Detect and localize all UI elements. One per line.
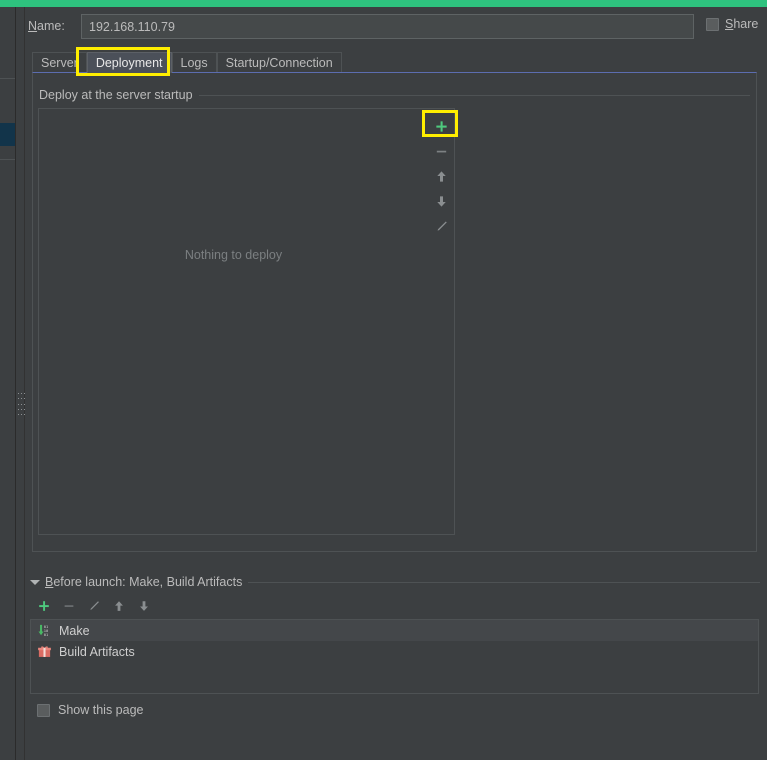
share-checkbox-row[interactable]: Share [706,17,758,31]
arrow-up-icon [114,601,123,611]
deploy-move-down-button[interactable] [429,189,453,214]
plus-icon [435,121,447,132]
rail-divider [0,159,15,160]
artifact-icon [36,644,52,660]
share-label-rest: hare [733,17,759,31]
name-label-rest: ame: [37,19,65,33]
top-accent-bar [0,0,767,7]
deploy-add-button[interactable] [429,114,453,139]
before-launch-toolbar[interactable] [33,596,154,616]
tab-startup-connection[interactable]: Startup/Connection [216,52,342,73]
list-item[interactable]: Build Artifacts [31,641,758,662]
before-launch-move-up-button[interactable] [108,596,129,616]
svg-text:01: 01 [43,633,48,637]
show-this-page-label: Show this page [58,703,144,717]
tab-strip[interactable]: Server Deployment Logs Startup/Connectio… [32,51,342,73]
minus-icon [64,605,73,607]
show-this-page-checkbox[interactable] [37,703,50,717]
list-item-label: Build Artifacts [59,644,135,659]
minus-icon [436,150,446,153]
deploy-remove-button[interactable] [429,139,453,164]
share-checkbox[interactable] [706,17,719,31]
before-launch-header[interactable]: Before launch: Make, Build Artifacts [30,575,249,589]
vertical-splitter-handle[interactable] [18,393,25,415]
arrow-down-icon [436,196,446,207]
show-this-page-row[interactable]: Show this page [37,703,143,717]
before-launch-edit-button[interactable] [83,596,104,616]
name-label: Name: [28,19,65,33]
before-launch-title-rest: efore launch: Make, Build Artifacts [53,575,243,589]
pencil-icon [437,221,447,231]
before-launch-remove-button[interactable] [58,596,79,616]
share-label: Share [725,17,758,31]
make-icon: 01 10 01 [36,623,52,639]
plus-icon [38,601,49,611]
name-input[interactable] [81,14,694,39]
tab-server[interactable]: Server [32,52,87,73]
chevron-down-icon[interactable] [30,579,40,585]
tab-deployment[interactable]: Deployment [86,52,172,73]
left-tool-rail[interactable] [0,7,16,760]
deploy-list-box[interactable] [38,108,455,535]
list-item-label: Make [59,623,90,638]
rail-selected-item[interactable] [0,123,15,146]
deploy-section-label: Deploy at the server startup [39,88,199,102]
before-launch-task-list[interactable]: 01 10 01 Make Build Artifacts [30,619,759,694]
panel-left-border [24,7,25,760]
arrow-up-icon [436,171,446,182]
deploy-empty-text: Nothing to deploy [184,248,283,262]
pencil-icon [89,601,99,610]
deploy-edit-button[interactable] [429,214,453,239]
tab-logs[interactable]: Logs [171,52,217,73]
rail-divider [0,78,15,79]
before-launch-add-button[interactable] [33,596,54,616]
name-label-mnemonic: N [28,19,38,33]
configuration-name-row: Name: Share [28,14,763,40]
list-item[interactable]: 01 10 01 Make [31,620,758,641]
deploy-toolbar[interactable] [428,109,454,534]
before-launch-title: Before launch: Make, Build Artifacts [45,575,242,589]
deploy-move-up-button[interactable] [429,164,453,189]
arrow-down-icon [139,601,148,611]
before-launch-move-down-button[interactable] [133,596,154,616]
